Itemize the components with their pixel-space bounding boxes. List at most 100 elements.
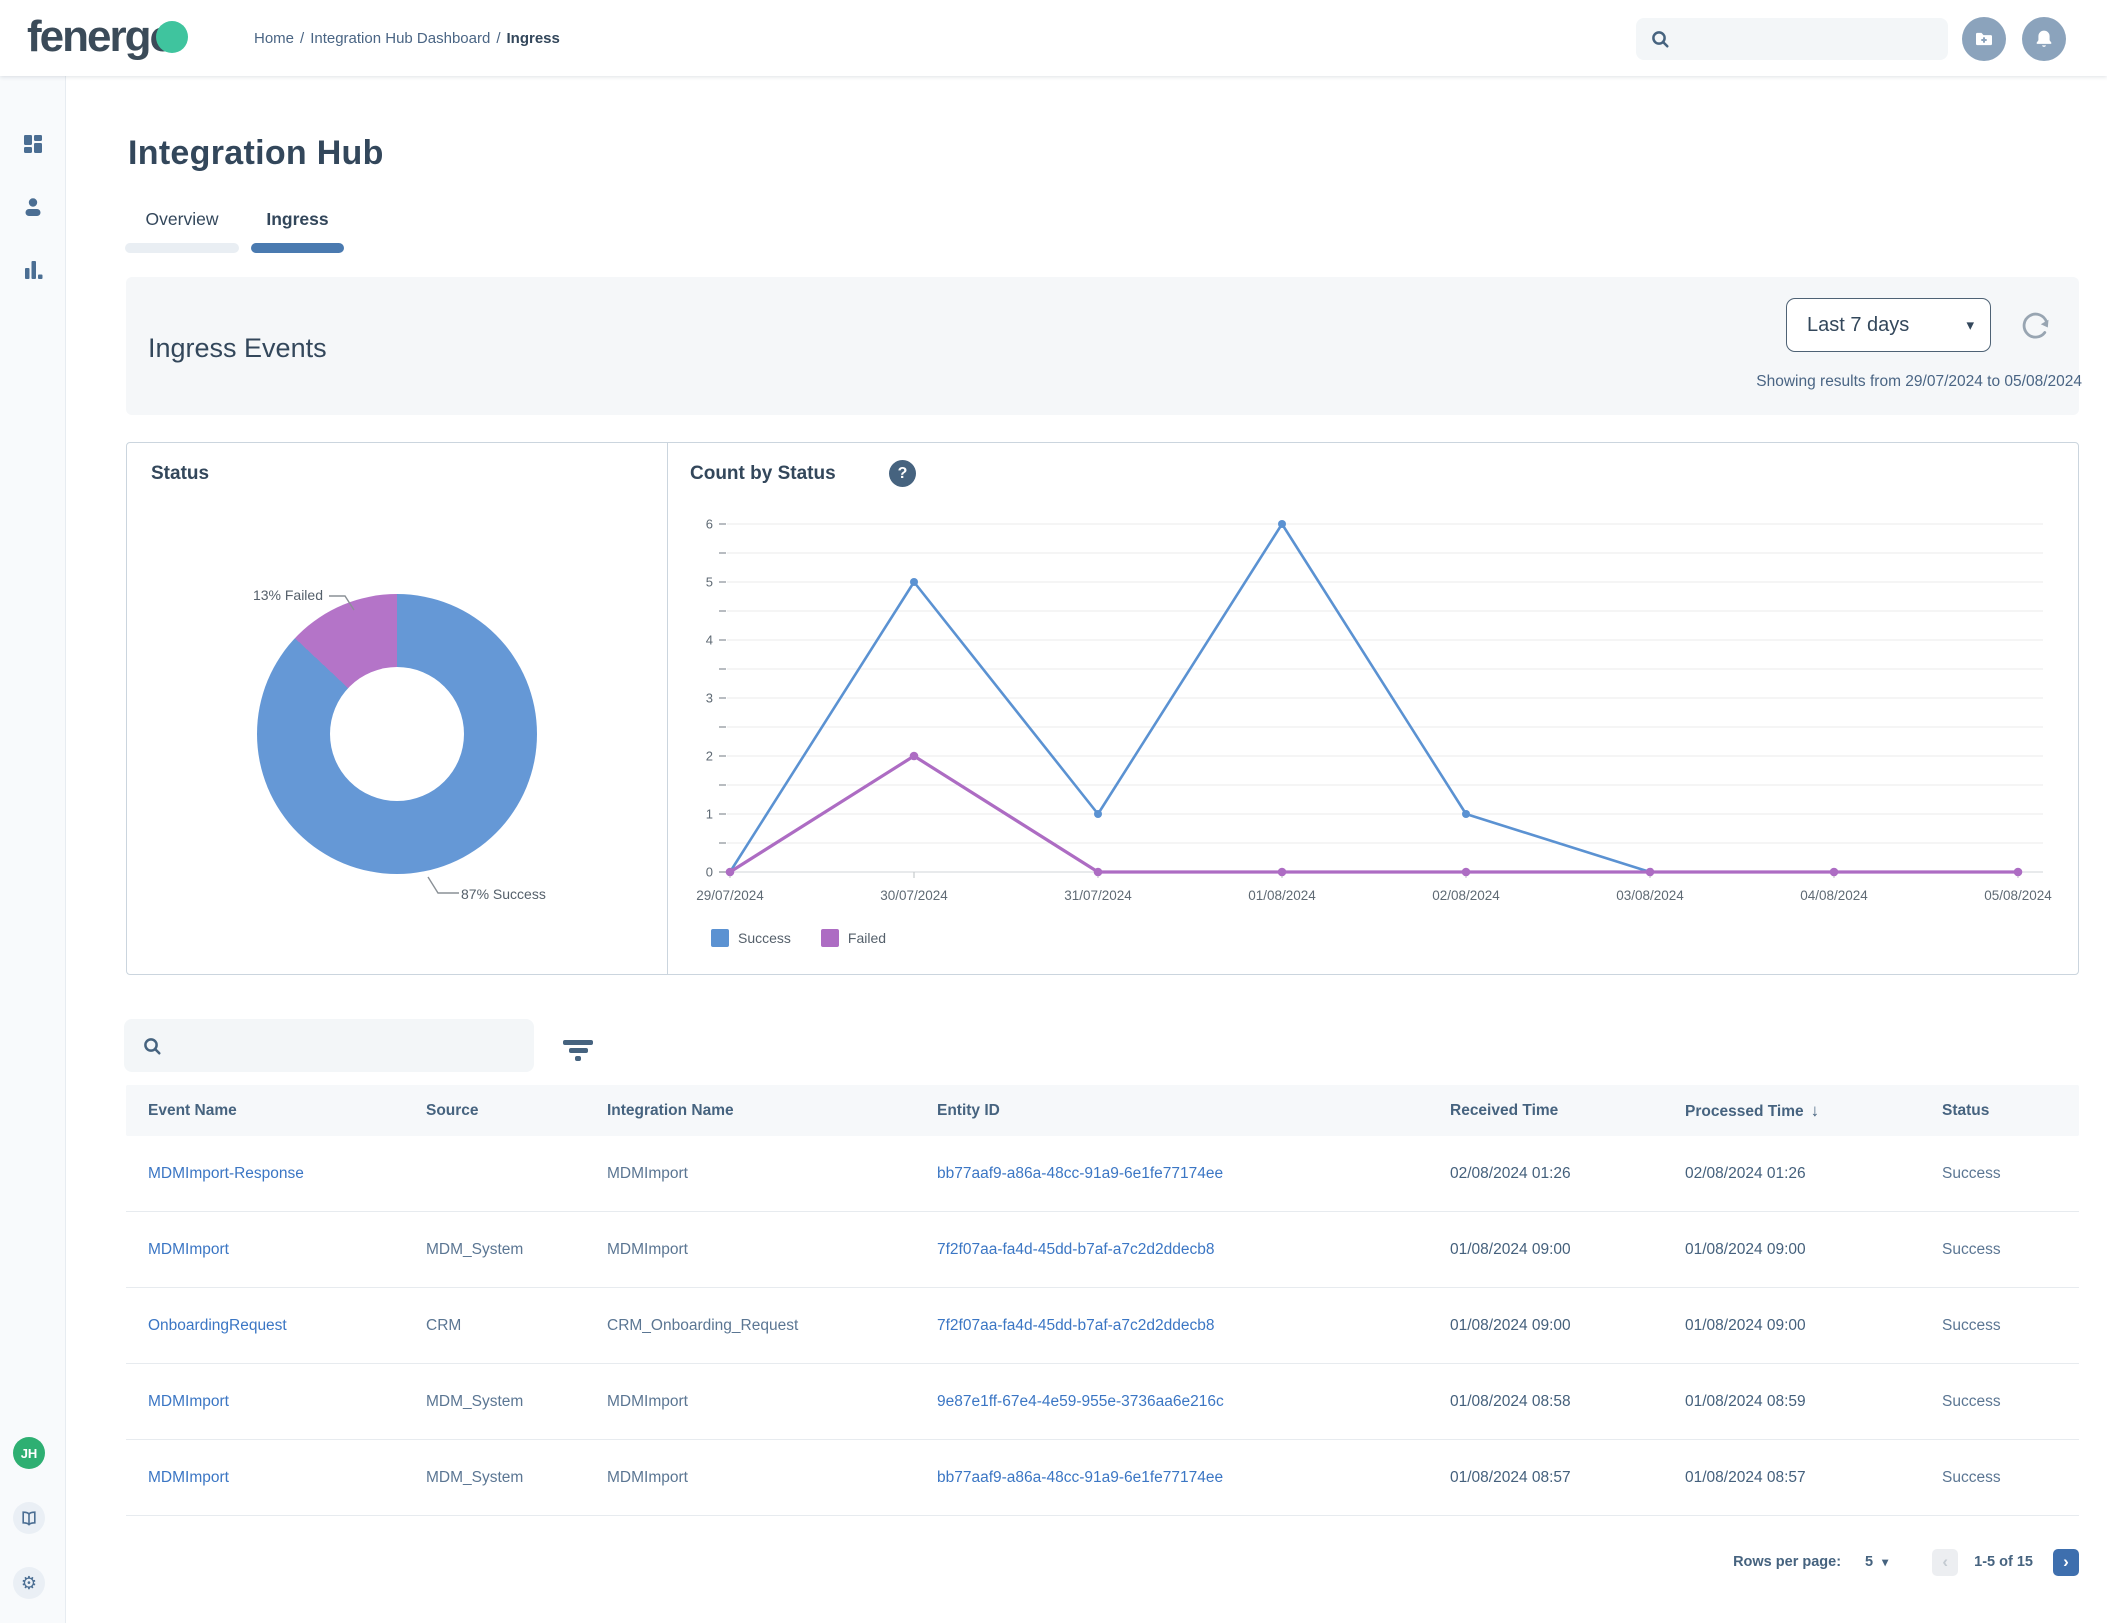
chevron-right-icon: › bbox=[2063, 1552, 2069, 1571]
book-icon bbox=[22, 1511, 36, 1526]
table-row[interactable]: MDMImport MDM_System MDMImport 7f2f07aa-fa4… bbox=[126, 1212, 2079, 1288]
filter-icon bbox=[563, 1040, 593, 1045]
svg-text:3: 3 bbox=[706, 691, 713, 706]
refresh-button[interactable] bbox=[2016, 305, 2056, 345]
tab-ingress-underline bbox=[251, 243, 344, 253]
ingress-events-title: Ingress Events bbox=[148, 333, 327, 363]
brand-logo-mark-icon bbox=[156, 21, 189, 53]
pagination-range: 1-5 of 15 bbox=[1974, 1554, 2033, 1570]
previous-page-button[interactable]: ‹ bbox=[1932, 1548, 1959, 1576]
column-header-integration-name[interactable]: Integration Name bbox=[607, 1102, 937, 1120]
tab-ingress[interactable]: Ingress bbox=[251, 204, 344, 253]
table-row[interactable]: MDMImport-Response MDMImport bb77aaf9-a86a… bbox=[126, 1136, 2079, 1212]
filter-button[interactable] bbox=[558, 1040, 598, 1066]
person-icon bbox=[25, 198, 41, 216]
svg-text:02/08/2024: 02/08/2024 bbox=[1432, 888, 1500, 903]
svg-text:03/08/2024: 03/08/2024 bbox=[1616, 888, 1684, 903]
global-search-input[interactable] bbox=[1678, 29, 1948, 49]
tab-overview[interactable]: Overview bbox=[125, 204, 239, 253]
column-header-received-time[interactable]: Received Time bbox=[1450, 1102, 1685, 1120]
donut-success-label: 87% Success bbox=[461, 886, 546, 902]
cell-received-time: 01/08/2024 08:57 bbox=[1450, 1468, 1571, 1486]
donut-success-connector bbox=[427, 876, 459, 894]
sidebar-item-settings[interactable]: ⚙ bbox=[13, 1567, 45, 1599]
svg-text:05/08/2024: 05/08/2024 bbox=[1984, 888, 2052, 903]
cell-status: Success bbox=[1942, 1240, 2001, 1258]
svg-text:29/07/2024: 29/07/2024 bbox=[696, 888, 764, 903]
date-range-value: Last 7 days bbox=[1807, 313, 1910, 336]
cell-received-time: 02/08/2024 01:26 bbox=[1450, 1164, 1571, 1182]
column-header-processed-time[interactable]: Processed Time ↓ bbox=[1685, 1101, 1942, 1121]
cell-event-name[interactable]: MDMImport bbox=[148, 1469, 426, 1487]
cell-entity-id[interactable]: bb77aaf9-a86a-48cc-91a9-6e1fe77174ee bbox=[937, 1469, 1450, 1487]
sidebar-item-reports[interactable] bbox=[0, 258, 66, 282]
table-search-input[interactable] bbox=[172, 1036, 534, 1055]
cell-processed-time: 01/08/2024 09:00 bbox=[1685, 1316, 1806, 1334]
tab-bar: Overview Ingress bbox=[125, 204, 344, 253]
column-header-status[interactable]: Status bbox=[1942, 1102, 2057, 1120]
cell-entity-id[interactable]: 7f2f07aa-fa4d-45dd-b7af-a7c2d2ddecb8 bbox=[937, 1241, 1450, 1259]
gear-icon: ⚙ bbox=[20, 1573, 38, 1593]
next-page-button[interactable]: › bbox=[2053, 1548, 2079, 1576]
date-range-select[interactable]: Last 7 days ▾ bbox=[1786, 298, 1991, 352]
cell-integration-name: MDMImport bbox=[607, 1468, 688, 1486]
left-sidebar bbox=[0, 76, 66, 1623]
table-body: MDMImport-Response MDMImport bb77aaf9-a86a… bbox=[126, 1136, 2079, 1516]
donut-failed-label: 13% Failed bbox=[252, 587, 323, 603]
pagination: Rows per page: 5 ▾ ‹ 1-5 of 15 › bbox=[126, 1537, 2079, 1587]
sidebar-item-users[interactable] bbox=[0, 195, 66, 219]
breadcrumb-separator: / bbox=[496, 29, 501, 47]
breadcrumb-home-link[interactable]: Home bbox=[254, 30, 294, 47]
column-header-entity-id[interactable]: Entity ID bbox=[937, 1102, 1450, 1120]
search-icon bbox=[1652, 31, 1669, 48]
bar-chart-icon bbox=[25, 261, 43, 279]
dashboard-icon bbox=[24, 135, 42, 153]
cell-processed-time: 01/08/2024 08:57 bbox=[1685, 1468, 1806, 1486]
sidebar-item-dashboard[interactable] bbox=[0, 132, 66, 156]
breadcrumb: Home / Integration Hub Dashboard / Ingre… bbox=[254, 0, 560, 76]
rows-per-page-value[interactable]: 5 bbox=[1865, 1554, 1873, 1570]
cell-source: CRM bbox=[426, 1316, 462, 1334]
breadcrumb-separator: / bbox=[300, 29, 305, 47]
cell-event-name[interactable]: OnboardingRequest bbox=[148, 1317, 426, 1335]
column-header-event-name[interactable]: Event Name bbox=[148, 1102, 426, 1120]
tab-overview-underline bbox=[125, 243, 239, 253]
cell-integration-name: CRM_Onboarding_Request bbox=[607, 1316, 799, 1334]
bell-icon bbox=[2036, 30, 2052, 47]
cell-status: Success bbox=[1942, 1164, 2001, 1182]
cell-integration-name: MDMImport bbox=[607, 1392, 688, 1410]
caret-down-icon[interactable]: ▾ bbox=[1882, 1555, 1888, 1569]
cell-event-name[interactable]: MDMImport bbox=[148, 1241, 426, 1259]
legend-label: Failed bbox=[847, 930, 887, 946]
create-folder-button[interactable] bbox=[1962, 17, 2006, 61]
cell-received-time: 01/08/2024 09:00 bbox=[1450, 1316, 1571, 1334]
cell-entity-id[interactable]: 7f2f07aa-fa4d-45dd-b7af-a7c2d2ddecb8 bbox=[937, 1317, 1450, 1335]
cell-status: Success bbox=[1942, 1392, 2001, 1410]
svg-text:01/08/2024: 01/08/2024 bbox=[1248, 888, 1316, 903]
table-row[interactable]: OnboardingRequest CRM CRM_Onboarding_Reque… bbox=[126, 1288, 2079, 1364]
breadcrumb-section-link[interactable]: Integration Hub Dashboard bbox=[310, 30, 490, 47]
cell-integration-name: MDMImport bbox=[607, 1240, 688, 1258]
sort-desc-icon: ↓ bbox=[1810, 1100, 1820, 1120]
cell-entity-id[interactable]: 9e87e1ff-67e4-4e59-955e-3736aa6e216c bbox=[937, 1393, 1450, 1411]
user-avatar[interactable]: JH bbox=[13, 1437, 45, 1469]
refresh-icon bbox=[2022, 312, 2049, 339]
brand-logo-text: fenergo bbox=[27, 12, 176, 61]
folder-plus-icon bbox=[1976, 32, 1992, 46]
notifications-button[interactable] bbox=[2022, 17, 2066, 61]
sidebar-item-docs[interactable] bbox=[13, 1502, 45, 1534]
svg-text:30/07/2024: 30/07/2024 bbox=[880, 888, 948, 903]
cell-status: Success bbox=[1942, 1468, 2001, 1486]
count-by-status-chart: 0 1 2 3 4 5 6 29/07/2024 30/07/2024 31/07/2024 01/… bbox=[696, 517, 2052, 904]
cell-processed-time: 01/08/2024 09:00 bbox=[1685, 1240, 1806, 1258]
cell-event-name[interactable]: MDMImport bbox=[148, 1393, 426, 1411]
cell-processed-time: 01/08/2024 08:59 bbox=[1685, 1392, 1806, 1410]
status-donut-chart bbox=[257, 594, 537, 874]
cell-integration-name: MDMImport bbox=[607, 1164, 688, 1182]
table-row[interactable]: MDMImport MDM_System MDMImport bb77aaf9-a86… bbox=[126, 1440, 2079, 1516]
table-row[interactable]: MDMImport MDM_System MDMImport 9e87e1ff-67e… bbox=[126, 1364, 2079, 1440]
column-header-source[interactable]: Source bbox=[426, 1102, 607, 1120]
cell-event-name[interactable]: MDMImport-Response bbox=[148, 1165, 426, 1183]
svg-text:4: 4 bbox=[706, 633, 713, 648]
cell-entity-id[interactable]: bb77aaf9-a86a-48cc-91a9-6e1fe77174ee bbox=[937, 1165, 1450, 1183]
